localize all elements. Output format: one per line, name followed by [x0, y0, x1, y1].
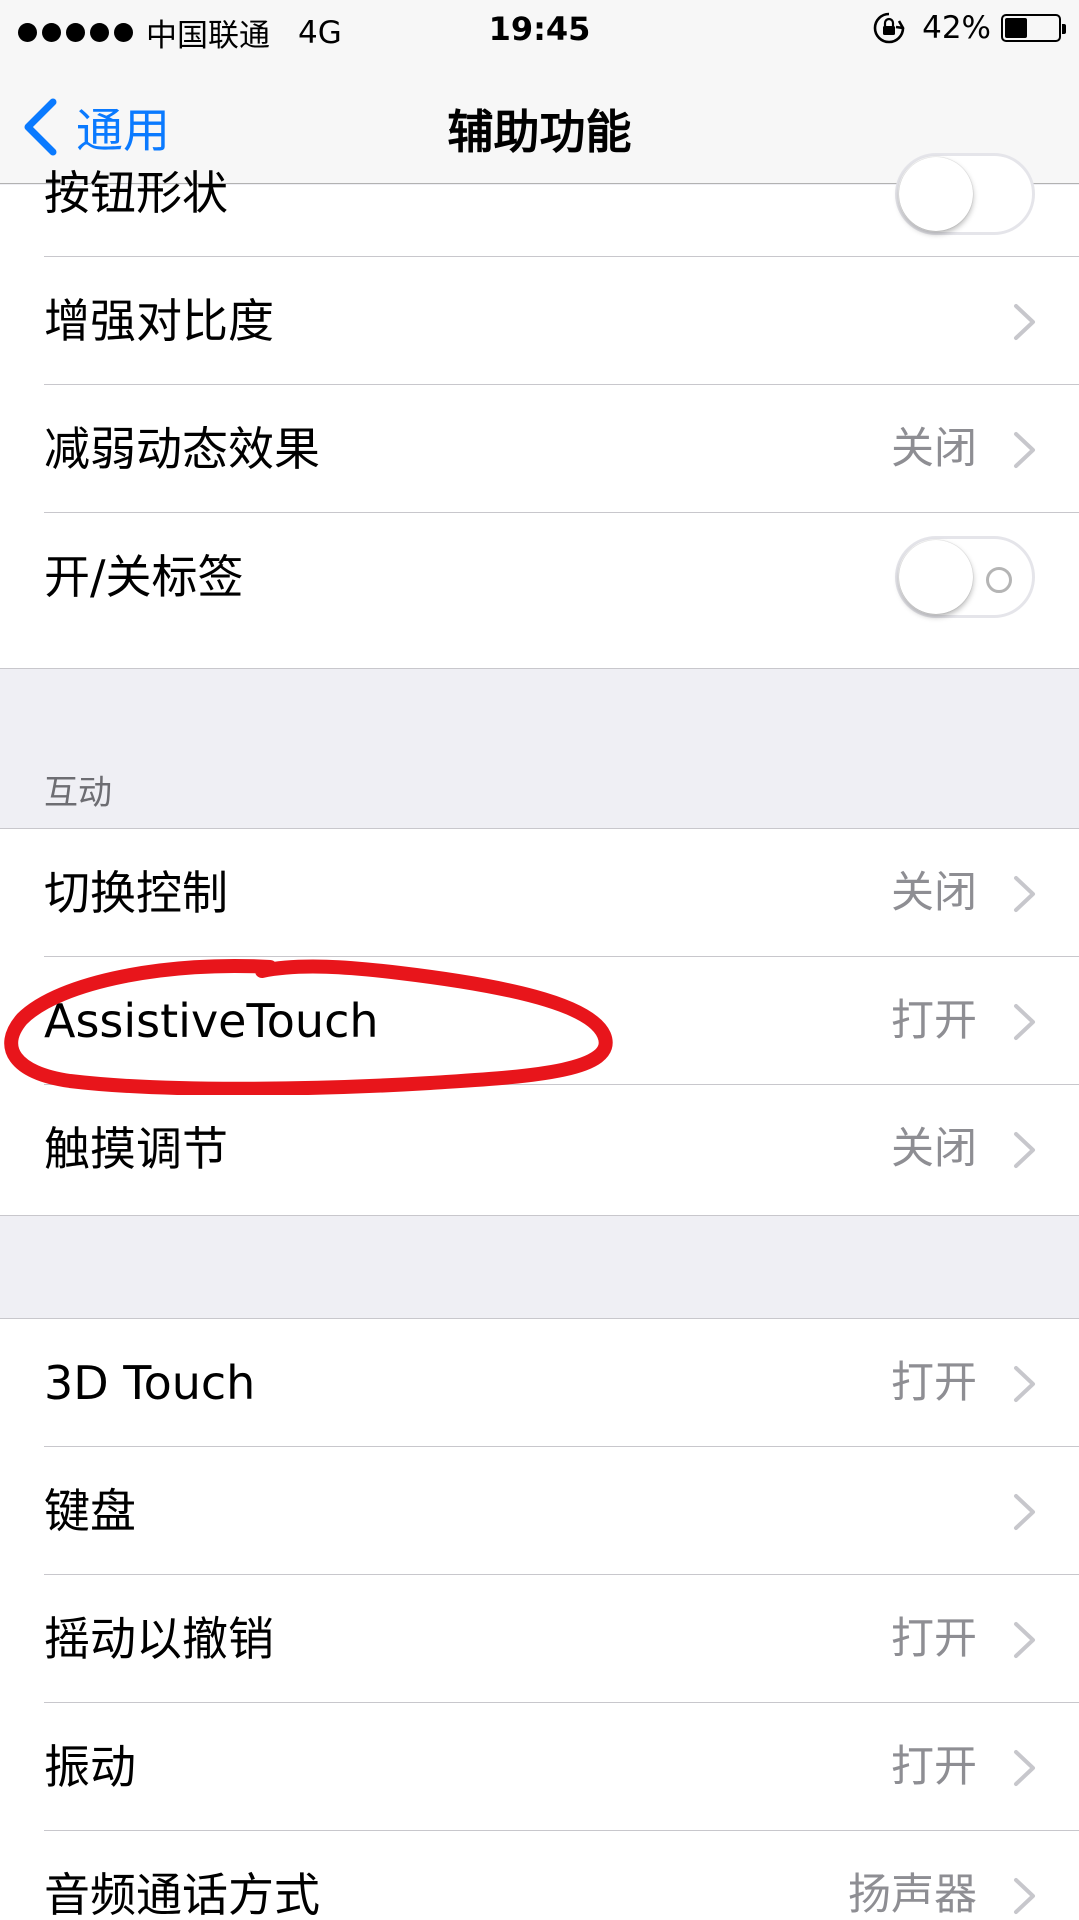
- battery-fill: [1005, 18, 1027, 38]
- row-touch-accommodations[interactable]: 触摸调节 关闭: [0, 1085, 1079, 1213]
- battery-tip: [1062, 24, 1066, 34]
- row-label: 3D Touch: [44, 1356, 256, 1410]
- row-label: 音频通话方式: [44, 1868, 320, 1920]
- row-assistive-touch[interactable]: AssistiveTouch 打开: [0, 957, 1079, 1085]
- row-label: 键盘: [44, 1484, 136, 1538]
- row-value: 打开: [891, 1742, 977, 1792]
- display-group: 按钮形状 增强对比度 减弱动态效果 关闭 开/关标签: [0, 153, 1079, 669]
- chevron-right-icon: [1014, 1878, 1035, 1914]
- on-off-labels-toggle[interactable]: [895, 536, 1035, 618]
- row-call-audio-routing[interactable]: 音频通话方式 扬声器: [0, 1831, 1079, 1920]
- row-label: 触摸调节: [44, 1122, 228, 1176]
- chevron-right-icon: [1014, 1004, 1035, 1040]
- row-shake-to-undo[interactable]: 摇动以撤销 打开: [0, 1575, 1079, 1703]
- row-button-shapes: 按钮形状: [0, 129, 1079, 257]
- row-3d-touch[interactable]: 3D Touch 打开: [0, 1319, 1079, 1447]
- row-increase-contrast[interactable]: 增强对比度: [0, 257, 1079, 385]
- row-value: 关闭: [891, 1124, 977, 1174]
- row-value: 打开: [891, 1358, 977, 1408]
- row-label: 振动: [44, 1740, 136, 1794]
- chevron-right-icon: [1014, 1622, 1035, 1658]
- status-right: 42%: [872, 10, 1066, 46]
- row-label: 按钮形状: [44, 166, 228, 220]
- row-on-off-labels: 开/关标签: [0, 513, 1079, 641]
- row-value: 扬声器: [848, 1870, 977, 1920]
- off-label-circle-icon: [986, 567, 1012, 593]
- chevron-right-icon: [1014, 432, 1035, 468]
- chevron-right-icon: [1014, 1750, 1035, 1786]
- chevron-right-icon: [1014, 304, 1035, 340]
- rotation-lock-icon: [873, 12, 905, 44]
- row-label: 开/关标签: [44, 550, 244, 604]
- battery-icon: [1001, 14, 1066, 42]
- row-label: 增强对比度: [44, 294, 274, 348]
- toggle-knob: [899, 157, 973, 231]
- row-label: AssistiveTouch: [44, 994, 379, 1048]
- screen: 中国联通 4G 19:45 42% 通用 辅助功能 按钮形状 增强对比度 减弱动…: [0, 0, 1079, 1920]
- battery-percent: 42%: [922, 10, 991, 46]
- row-label: 摇动以撤销: [44, 1612, 274, 1666]
- row-value: 关闭: [891, 868, 977, 918]
- button-shapes-toggle[interactable]: [895, 153, 1035, 235]
- row-value: 打开: [891, 1614, 977, 1664]
- row-label: 减弱动态效果: [44, 422, 320, 476]
- chevron-right-icon: [1014, 876, 1035, 912]
- row-label: 切换控制: [44, 866, 228, 920]
- row-keyboard[interactable]: 键盘: [0, 1447, 1079, 1575]
- section-header-interaction: 互动: [44, 773, 112, 813]
- chevron-right-icon: [1014, 1494, 1035, 1530]
- row-vibration[interactable]: 振动 打开: [0, 1703, 1079, 1831]
- interaction-group: 切换控制 关闭 AssistiveTouch 打开 触摸调节 关闭: [0, 828, 1079, 1216]
- chevron-right-icon: [1014, 1366, 1035, 1402]
- other-group: 3D Touch 打开 键盘 摇动以撤销 打开 振动 打开 音频通话方式 扬声器: [0, 1318, 1079, 1920]
- row-value: 打开: [891, 996, 977, 1046]
- row-value: 关闭: [891, 424, 977, 474]
- row-switch-control[interactable]: 切换控制 关闭: [0, 829, 1079, 957]
- toggle-knob: [899, 540, 973, 614]
- row-reduce-motion[interactable]: 减弱动态效果 关闭: [0, 385, 1079, 513]
- status-bar: 中国联通 4G 19:45 42%: [0, 0, 1079, 58]
- chevron-right-icon: [1014, 1132, 1035, 1168]
